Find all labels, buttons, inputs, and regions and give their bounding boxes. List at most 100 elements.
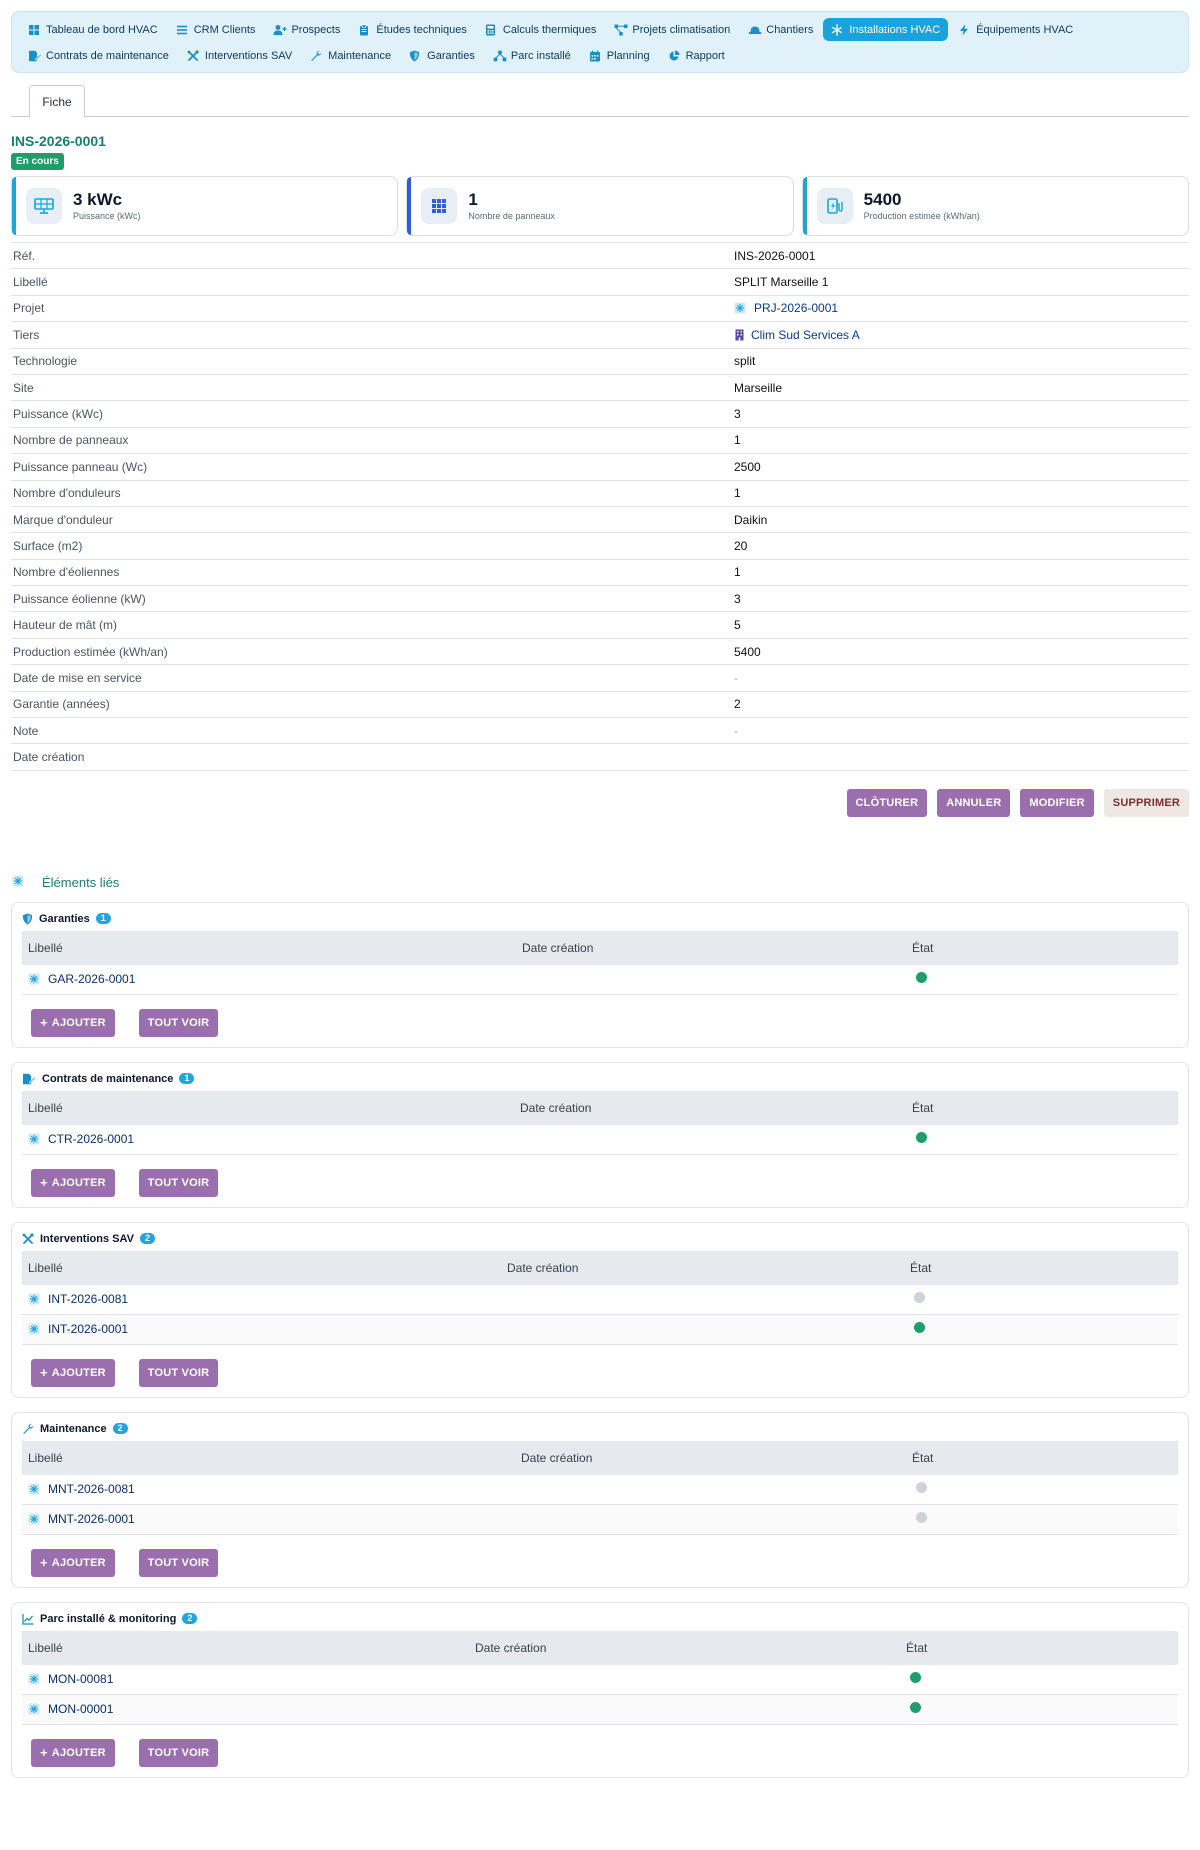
view-all-button[interactable]: TOUT VOIR — [138, 1358, 219, 1387]
table-row[interactable]: INT-2026-0081 — [22, 1285, 1178, 1315]
detail-row: Technologie split — [11, 349, 1189, 375]
close-record-button[interactable]: CLÔTURER — [846, 788, 928, 817]
tools-icon — [22, 1233, 34, 1245]
row-link[interactable]: MON-00001 — [48, 1702, 113, 1716]
nav-item-tableau-de-bord-hvac[interactable]: Tableau de bord HVAC — [20, 18, 166, 41]
kpi-label: Nombre de panneaux — [468, 211, 555, 221]
row-link[interactable]: MNT-2026-0081 — [48, 1482, 135, 1496]
nav-item-installations-hvac[interactable]: Installations HVAC — [823, 18, 949, 41]
row-label-cell: MON-00081 — [22, 1672, 475, 1686]
add-button[interactable]: + AJOUTER — [31, 1168, 115, 1197]
nav-item-projets-climatisation[interactable]: Projets climatisation — [606, 18, 738, 41]
detail-row: Projet PRJ-2026-0001 — [11, 296, 1189, 323]
row-link[interactable]: INT-2026-0081 — [48, 1292, 128, 1306]
nav-item-chantiers[interactable]: Chantiers — [740, 18, 821, 41]
row-state-cell — [916, 972, 927, 986]
record-actions: CLÔTURER ANNULER MODIFIER SUPPRIMER — [11, 788, 1189, 817]
cancel-record-button[interactable]: ANNULER — [937, 788, 1011, 817]
column-header-state: État — [906, 1640, 928, 1655]
table-row[interactable]: CTR-2026-0001 — [22, 1125, 1178, 1155]
detail-row: Date de mise en service - — [11, 665, 1189, 692]
nav-item-prospects[interactable]: Prospects — [265, 18, 348, 41]
field-value[interactable]: PRJ-2026-0001 — [734, 301, 838, 315]
add-button[interactable]: + AJOUTER — [31, 1738, 115, 1767]
table-row[interactable]: MNT-2026-0081 — [22, 1475, 1178, 1505]
card-actions: + AJOUTER TOUT VOIR — [22, 1008, 1178, 1037]
network-icon — [493, 50, 507, 62]
nav-item-label: Contrats de maintenance — [46, 49, 169, 62]
project-diagram-icon — [614, 24, 628, 36]
row-link[interactable]: CTR-2026-0001 — [48, 1132, 134, 1146]
page-root: Tableau de bord HVAC CRM Clients Prospects… — [0, 0, 1200, 1778]
nav-item-calculs-thermiques[interactable]: Calculs thermiques — [477, 18, 605, 41]
row-label-cell: MNT-2026-0081 — [22, 1482, 521, 1496]
field-value: 1 — [734, 565, 741, 579]
table-row[interactable]: MNT-2026-0001 — [22, 1504, 1178, 1535]
tab-fiche[interactable]: Fiche — [29, 85, 85, 118]
edit-button[interactable]: MODIFIER — [1020, 788, 1094, 817]
table-row[interactable]: INT-2026-0001 — [22, 1314, 1178, 1345]
field-label: Note — [13, 723, 39, 738]
nav-item-parc-installe[interactable]: Parc installé — [485, 44, 579, 67]
row-state-cell — [916, 1132, 927, 1146]
field-value: Marseille — [734, 381, 782, 395]
nav-item-maintenance[interactable]: Maintenance — [302, 44, 399, 67]
list-icon — [176, 24, 188, 36]
status-dot — [914, 1292, 925, 1304]
linked-card-chart-line: Parc installé & monitoring 2 Libellé Dat… — [11, 1601, 1189, 1778]
add-button[interactable]: + AJOUTER — [31, 1548, 115, 1577]
status-dot — [914, 1322, 925, 1334]
field-value[interactable]: Clim Sud Services A — [734, 328, 860, 342]
linked-elements-title: Éléments liés — [11, 875, 1189, 890]
nav-item-planning[interactable]: Planning — [581, 44, 658, 67]
detail-row: Production estimée (kWh/an) 5400 — [11, 639, 1189, 666]
field-label: Tiers — [13, 327, 40, 342]
nav-item-label: Études techniques — [376, 23, 467, 36]
view-all-button[interactable]: TOUT VOIR — [138, 1738, 219, 1767]
top-navigation: Tableau de bord HVAC CRM Clients Prospects… — [11, 11, 1189, 73]
field-value: split — [734, 354, 755, 368]
row-link[interactable]: INT-2026-0001 — [48, 1322, 128, 1336]
field-value: 1 — [734, 433, 741, 447]
nav-item-equipements-hvac[interactable]: Équipements HVAC — [950, 18, 1081, 41]
card-title: Maintenance — [40, 1422, 107, 1435]
nav-item-rapport[interactable]: Rapport — [660, 44, 733, 67]
bolt-icon — [958, 24, 970, 36]
row-link[interactable]: MON-00081 — [48, 1672, 113, 1686]
tab-bar: Fiche — [11, 85, 1189, 118]
view-all-button[interactable]: TOUT VOIR — [138, 1168, 219, 1197]
row-state-cell — [916, 1512, 927, 1526]
row-link[interactable]: GAR-2026-0001 — [48, 972, 135, 986]
card-actions: + AJOUTER TOUT VOIR — [22, 1548, 1178, 1577]
detail-row: Site Marseille — [11, 375, 1189, 402]
table-row[interactable]: GAR-2026-0001 — [22, 965, 1178, 995]
nav-item-contrats-de-maintenance[interactable]: Contrats de maintenance — [20, 44, 177, 67]
field-value-text: 5 — [734, 618, 741, 633]
grid-icon — [28, 24, 40, 36]
column-header-date: Date création — [507, 1260, 579, 1275]
table-row[interactable]: MON-00001 — [22, 1694, 1178, 1725]
shield-icon — [22, 913, 33, 925]
nav-item-interventions-sav[interactable]: Interventions SAV — [179, 44, 300, 67]
delete-button[interactable]: SUPPRIMER — [1103, 788, 1189, 817]
snowflake-icon — [28, 1133, 40, 1145]
table-body: INT-2026-0081 INT-2026-0001 — [22, 1285, 1178, 1345]
row-link[interactable]: MNT-2026-0001 — [48, 1512, 135, 1526]
nav-item-label: Planning — [606, 49, 650, 62]
add-button[interactable]: + AJOUTER — [31, 1008, 115, 1037]
snowflake-icon — [28, 1673, 40, 1685]
field-value-text: 20 — [734, 538, 748, 553]
table-row[interactable]: MON-00081 — [22, 1665, 1178, 1695]
card-title: Garanties — [39, 912, 90, 925]
row-label-cell: INT-2026-0081 — [22, 1292, 507, 1306]
status-dot — [916, 1482, 927, 1494]
field-value-text: - — [734, 723, 738, 738]
field-value: 5 — [734, 618, 741, 632]
card-header: Contrats de maintenance 1 — [22, 1073, 1178, 1085]
nav-item-etudes-techniques[interactable]: Études techniques — [350, 18, 475, 41]
view-all-button[interactable]: TOUT VOIR — [138, 1548, 219, 1577]
nav-item-garanties[interactable]: Garanties — [401, 44, 483, 67]
nav-item-crm-clients[interactable]: CRM Clients — [168, 18, 264, 41]
view-all-button[interactable]: TOUT VOIR — [138, 1008, 219, 1037]
add-button[interactable]: + AJOUTER — [31, 1358, 115, 1387]
